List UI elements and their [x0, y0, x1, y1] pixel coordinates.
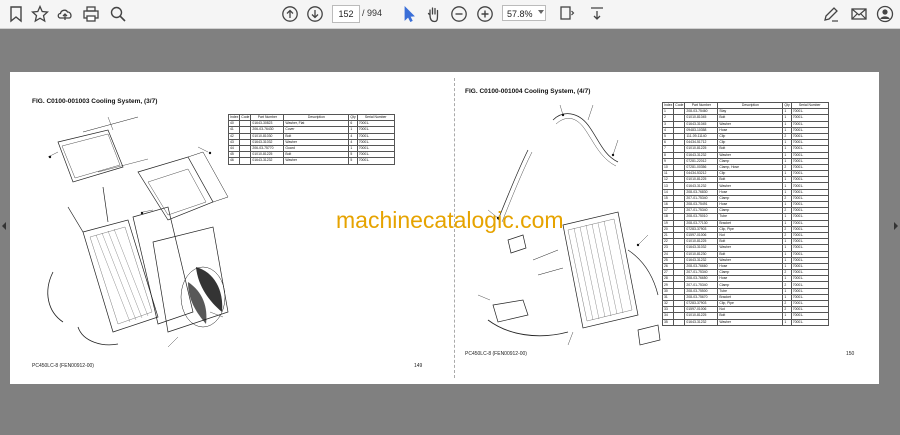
zoom-in-icon[interactable] [474, 3, 496, 25]
search-icon[interactable] [107, 3, 129, 25]
chevron-down-icon[interactable] [538, 10, 544, 14]
table-cell: Washer [283, 157, 350, 165]
table-cell: 5 [348, 157, 358, 165]
page-total-label: / 994 [362, 8, 383, 18]
previous-page-icon[interactable] [279, 3, 301, 25]
table-cell: 01643-31232 [250, 157, 285, 165]
right-page-number: 150 [846, 351, 855, 357]
star-icon[interactable] [29, 3, 51, 25]
table-cell: 70001- [790, 318, 829, 326]
table-cell: 01643-31232 [684, 318, 719, 326]
table-cell: Washer [717, 318, 784, 326]
table-cell: 1 [782, 318, 792, 326]
print-icon[interactable] [80, 3, 102, 25]
right-parts-table: Index Code Part Number Description Qty Serial… [661, 101, 829, 326]
column-header: Code [673, 101, 686, 110]
next-page-icon[interactable] [304, 3, 326, 25]
mail-icon[interactable] [848, 3, 870, 25]
select-cursor-icon[interactable] [398, 3, 420, 25]
table-cell [673, 318, 686, 326]
table-cell: 35 [661, 318, 675, 326]
table-row: 35 01643-31232 Washer 1 70001- [661, 318, 829, 326]
table-cell: 70001- [356, 157, 395, 165]
column-header: Code [239, 113, 252, 122]
zoom-out-icon[interactable] [448, 3, 470, 25]
watermark-text: machinecatalogic.com [336, 207, 564, 233]
left-parts-table: Index Code Part Number Description Qty Serial… [227, 113, 395, 165]
left-page-footer: PC450LC-8 (FEN00912-00) [32, 363, 94, 369]
table-cell [239, 157, 252, 165]
page-number-input[interactable]: 152 [332, 5, 360, 23]
table-row: 46 01643-31232 Washer 5 70001- [227, 157, 395, 165]
left-page-number: 149 [414, 363, 423, 369]
pdf-toolbar: 152 / 994 57.8% [0, 0, 900, 29]
hand-tool-icon[interactable] [423, 3, 445, 25]
column-header: Index [661, 101, 675, 110]
scroll-mode-icon[interactable] [586, 3, 608, 25]
right-page-footer: PC450LC-8 (FEN00912-00) [465, 351, 527, 357]
upload-cloud-icon[interactable] [54, 3, 76, 25]
bookmark-icon[interactable] [5, 3, 27, 25]
left-figure-title: FIG. C0100-001003 Cooling System, (3/7) [32, 98, 158, 105]
scroll-right-icon[interactable] [894, 222, 898, 230]
left-exploded-parts-drawing [47, 116, 229, 348]
table-cell: 46 [227, 157, 241, 165]
account-icon[interactable] [874, 3, 896, 25]
scroll-left-icon[interactable] [2, 222, 6, 230]
column-header: Index [227, 113, 241, 122]
page-layout-icon[interactable] [556, 3, 578, 25]
right-figure-title: FIG. C0100-001004 Cooling System, (4/7) [465, 88, 591, 95]
sign-pen-icon[interactable] [820, 3, 842, 25]
